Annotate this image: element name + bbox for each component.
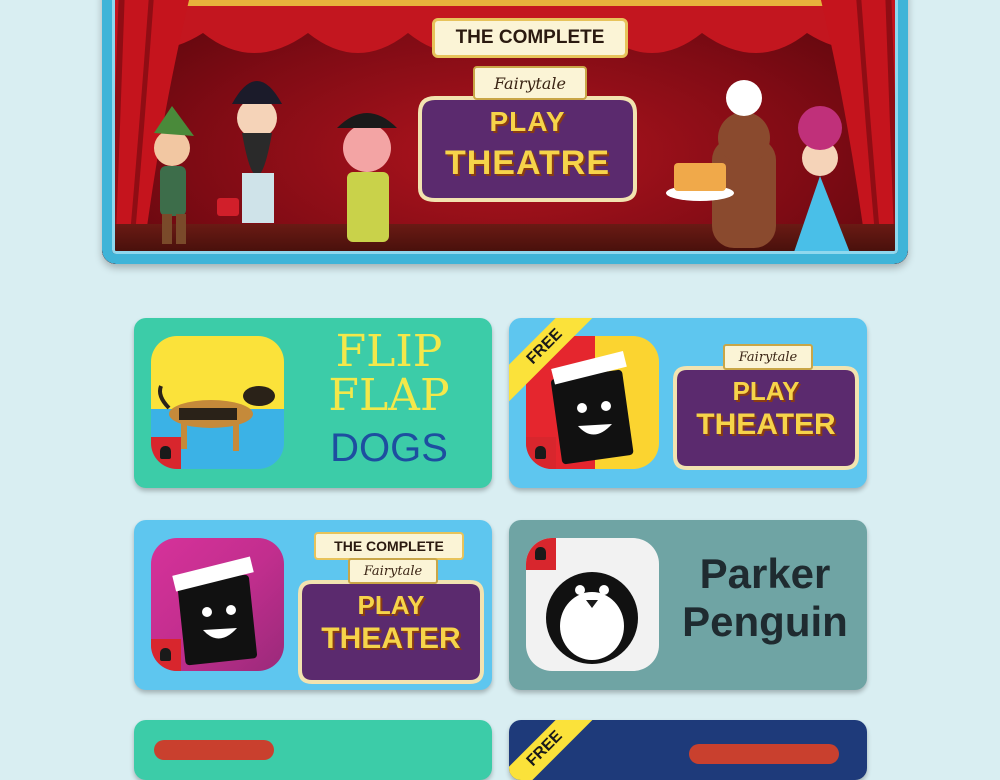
logo-line-play: PLAY: [357, 590, 425, 620]
complete-ribbon: THE COMPLETE: [314, 532, 464, 560]
app-tile-partial-right[interactable]: FREE: [509, 720, 867, 780]
marquee-line-play: PLAY: [489, 106, 566, 137]
tile-title-word-2: FLAP: [328, 370, 450, 421]
hero-banner[interactable]: THE COMPLETE Fairytale PLAY THEATRE: [102, 0, 908, 264]
dachshund-dog-icon: [151, 336, 284, 469]
publisher-logo-icon: [526, 538, 556, 570]
app-tile-complete-fairytale-play-theater[interactable]: THE COMPLETE Fairytale PLAY THEATER: [134, 520, 492, 690]
logo-script-label: Fairytale: [348, 558, 438, 584]
hero-marquee-logo: Fairytale PLAY THEATRE: [415, 66, 640, 203]
hero-banner-ribbon: THE COMPLETE: [432, 18, 628, 58]
publisher-logo-icon: [151, 639, 181, 671]
logo-line-play: PLAY: [732, 376, 800, 406]
play-theater-logo: Fairytale PLAY THEATER: [671, 344, 861, 474]
app-tile-parker-penguin[interactable]: Parker Penguin: [509, 520, 867, 690]
partial-app-icon: [154, 740, 274, 760]
play-theater-logo: Fairytale PLAY THEATER: [296, 558, 486, 688]
logo-line-theater: THEATER: [321, 622, 461, 655]
publisher-logo-icon: [151, 437, 181, 469]
partial-app-logo: [689, 744, 839, 764]
marquee-script-label: Fairytale: [473, 66, 587, 100]
tile-title-penguin: Penguin: [682, 598, 848, 645]
logo-script-label: Fairytale: [723, 344, 813, 370]
penguin-icon: [526, 538, 659, 671]
app-tile-fairytale-play-theater-free[interactable]: FREE Fairytale PLAY THEATER: [509, 318, 867, 488]
clapperboard-smiley-icon: [151, 538, 284, 671]
free-ribbon: FREE: [509, 720, 604, 780]
tile-title-word-3: DOGS: [330, 426, 448, 470]
marquee-line-theatre: THEATRE: [444, 144, 611, 182]
tile-title-parker: Parker: [699, 550, 831, 597]
publisher-logo-icon: [526, 437, 556, 469]
app-tile-flip-flap-dogs[interactable]: FLIP FLAP DOGS: [134, 318, 492, 488]
app-tile-partial-left[interactable]: [134, 720, 492, 780]
logo-line-theater: THEATER: [696, 408, 836, 441]
